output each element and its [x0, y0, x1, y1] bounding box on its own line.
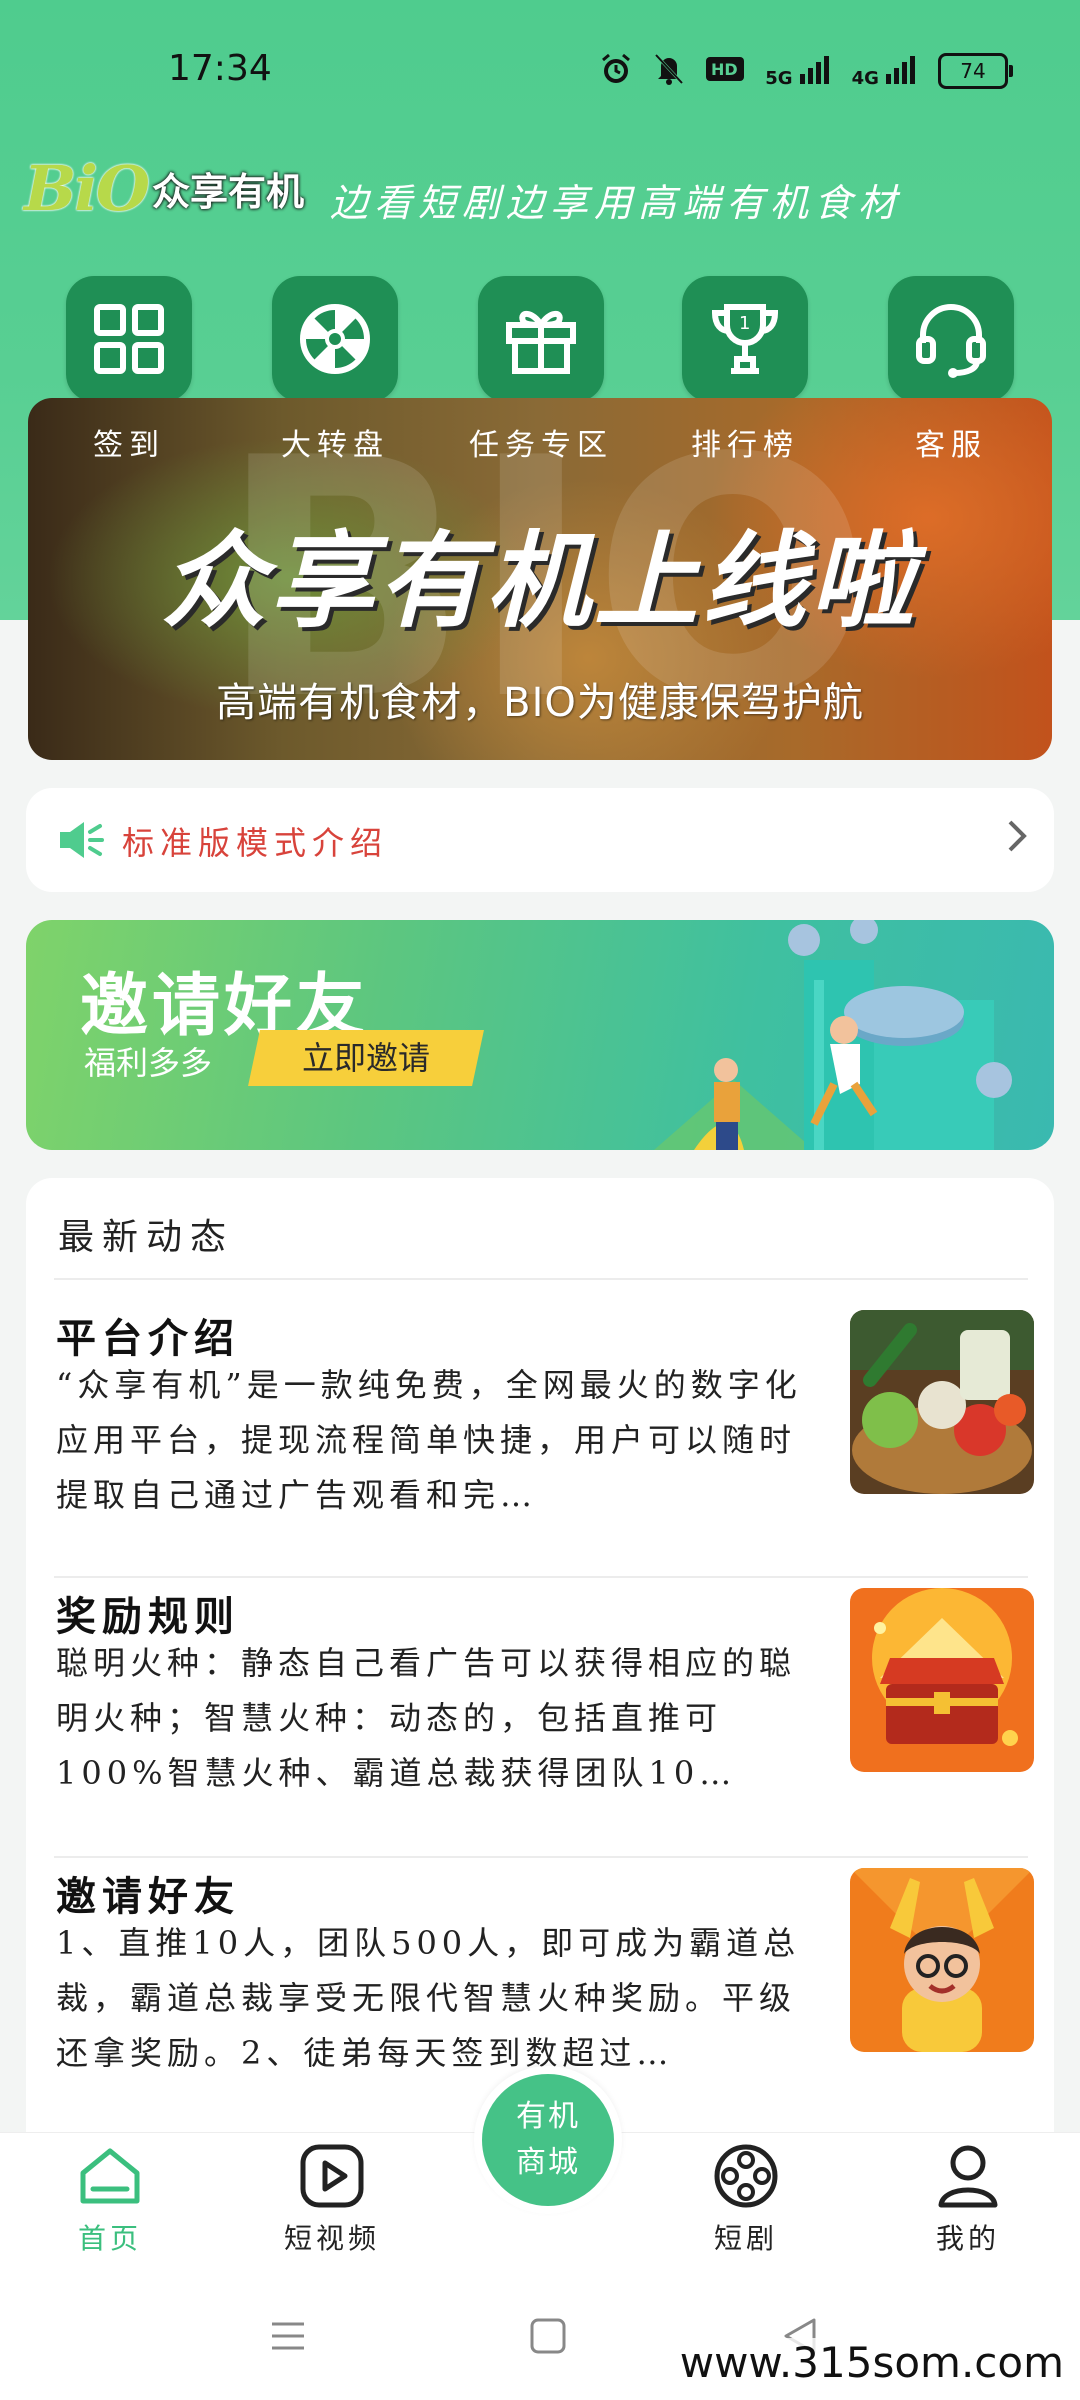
svg-text:HD: HD — [711, 60, 738, 79]
checkin-button[interactable] — [66, 276, 192, 402]
article-title: 邀请好友 — [56, 1873, 240, 1920]
svg-text:1: 1 — [739, 313, 750, 334]
task-zone-button[interactable] — [478, 276, 604, 402]
leaderboard-label: 排行榜 — [691, 428, 799, 463]
tab-short-video[interactable]: 短视频 — [232, 2133, 432, 2277]
news-item-reward-rules[interactable]: 奖励规则 聪明火种：静态自己看广告可以获得相应的聪明火种；智慧火种：动态的，包括… — [56, 1584, 1036, 1854]
tab-short-drama[interactable]: 短剧 — [646, 2133, 846, 2277]
tab-home[interactable]: 首页 — [10, 2133, 210, 2277]
invite-illustration-icon — [654, 920, 1054, 1150]
logo-text: 众享有机 — [151, 170, 304, 214]
article-description: 聪明火种：静态自己看广告可以获得相应的聪明火种；智慧火种：动态的，包括直推可10… — [56, 1644, 797, 1792]
clock: 17:34 — [168, 48, 272, 89]
mall-label: 有机 商城 — [516, 2099, 580, 2180]
organic-mall-button[interactable]: 有机 商城 — [474, 2066, 622, 2214]
home-square-icon[interactable] — [528, 2316, 568, 2360]
customer-service-button[interactable] — [888, 276, 1014, 402]
menu-icon[interactable] — [268, 2316, 308, 2360]
article-title: 奖励规则 — [56, 1593, 240, 1640]
mode-intro-notice[interactable]: 标准版模式介绍 — [26, 788, 1054, 892]
invite-subtitle: 福利多多 — [84, 1044, 213, 1082]
site-watermark: www.315som.com — [679, 2338, 1064, 2387]
checkin-label: 签到 — [93, 428, 165, 463]
notice-text: 标准版模式介绍 — [122, 824, 389, 862]
treasure-chest-thumbnail-icon — [850, 1588, 1034, 1772]
divider — [54, 1278, 1028, 1280]
leaderboard-button[interactable]: 1 — [682, 276, 808, 402]
tab-label: 首页 — [77, 2222, 142, 2255]
divider — [54, 1856, 1028, 1858]
tab-label: 短视频 — [283, 2222, 380, 2255]
news-section: 最新动态 平台介绍 “众享有机”是一款纯免费，全网最火的数字化应用平台，提现流程… — [26, 1178, 1054, 2148]
article-title: 平台介绍 — [56, 1315, 240, 1362]
tab-label: 短剧 — [713, 2222, 778, 2255]
invite-now-button[interactable]: 立即邀请 — [248, 1030, 484, 1086]
battery-indicator: 74 — [938, 53, 1013, 89]
task-zone-label: 任务专区 — [469, 428, 613, 463]
logo-bio-mark: BiO — [24, 152, 150, 225]
app-logo: BiO 众享有机 — [24, 152, 304, 225]
lucky-wheel-button[interactable] — [272, 276, 398, 402]
news-item-platform-intro[interactable]: 平台介绍 “众享有机”是一款纯免费，全网最火的数字化应用平台，提现流程简单快捷，… — [56, 1306, 1036, 1576]
mute-bell-icon — [653, 52, 685, 90]
chevron-right-icon — [1006, 816, 1030, 866]
signal-4g-icon: 4G — [852, 54, 918, 89]
customer-service-label: 客服 — [915, 428, 987, 463]
news-title: 最新动态 — [58, 1217, 235, 1258]
status-bar: 17:34 HD 5G 4G 74 — [0, 0, 1080, 140]
signal-5g-icon: 5G — [765, 54, 831, 89]
invite-friends-card[interactable]: 邀请好友 福利多多 立即邀请 — [26, 920, 1054, 1150]
tab-mine[interactable]: 我的 — [868, 2133, 1068, 2277]
vegetables-thumbnail-icon — [850, 1310, 1034, 1494]
alarm-icon — [599, 52, 633, 90]
divider — [54, 1576, 1028, 1578]
lucky-wheel-label: 大转盘 — [281, 428, 389, 463]
banner-subtitle: 高端有机食材，BIO为健康保驾护航 — [216, 680, 864, 726]
tab-label: 我的 — [935, 2222, 1000, 2255]
speaker-icon — [56, 818, 106, 866]
cartoon-boy-thumbnail-icon — [850, 1868, 1034, 2052]
hd-icon: HD — [705, 56, 745, 86]
banner-title: 众享有机上线啦 — [161, 520, 918, 642]
slogan: 边看短剧边享用高端有机食材 — [330, 181, 903, 225]
article-description: “众享有机”是一款纯免费，全网最火的数字化应用平台，提现流程简单快捷，用户可以随… — [56, 1366, 802, 1514]
article-description: 1、直推10人，团队500人，即可成为霸道总裁，霸道总裁享受无限代智慧火种奖励。… — [56, 1924, 801, 2072]
status-icons: HD 5G 4G 74 — [599, 52, 1013, 90]
